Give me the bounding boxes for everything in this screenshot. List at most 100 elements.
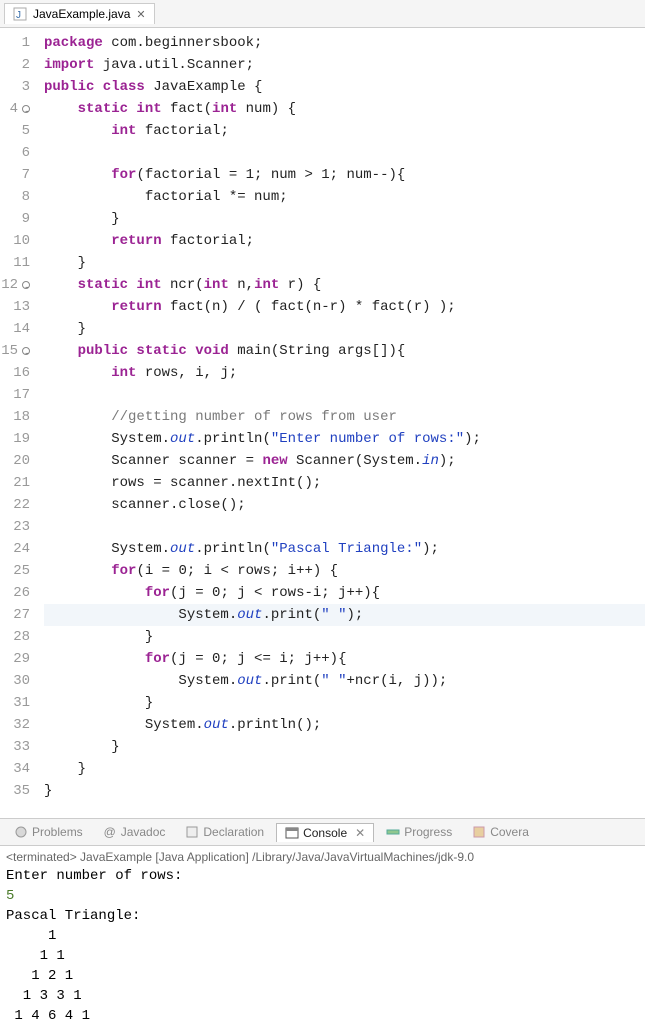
code-line[interactable]: int rows, i, j; (44, 362, 645, 384)
line-number: 8 (0, 186, 30, 208)
progress-icon (386, 825, 400, 839)
editor-tab-active[interactable]: J JavaExample.java ✕ (4, 3, 155, 24)
line-number: 18 (0, 406, 30, 428)
line-number: 1 (0, 32, 30, 54)
tab-progress[interactable]: Progress (378, 823, 460, 841)
line-number: 24 (0, 538, 30, 560)
tab-console-label: Console (303, 826, 347, 840)
code-line[interactable]: System.out.println("Pascal Triangle:"); (44, 538, 645, 560)
close-icon[interactable]: ✕ (136, 8, 145, 21)
java-file-icon: J (13, 7, 27, 21)
line-number: 12 (0, 274, 30, 296)
code-line[interactable]: public static void main(String args[]){ (44, 340, 645, 362)
line-number: 33 (0, 736, 30, 758)
code-editor[interactable]: 1234567891011121314151617181920212223242… (0, 28, 645, 818)
coverage-icon (472, 825, 486, 839)
line-number: 11 (0, 252, 30, 274)
line-number: 27 (0, 604, 30, 626)
line-number-gutter: 1234567891011121314151617181920212223242… (0, 28, 36, 818)
fold-toggle-icon[interactable] (22, 281, 30, 289)
code-line[interactable]: scanner.close(); (44, 494, 645, 516)
console-icon (285, 826, 299, 840)
tab-coverage[interactable]: Covera (464, 823, 537, 841)
code-line[interactable]: import java.util.Scanner; (44, 54, 645, 76)
line-number: 16 (0, 362, 30, 384)
tab-coverage-label: Covera (490, 825, 529, 839)
tab-javadoc[interactable]: @ Javadoc (95, 823, 174, 841)
code-line[interactable]: Scanner scanner = new Scanner(System.in)… (44, 450, 645, 472)
code-line[interactable]: public class JavaExample { (44, 76, 645, 98)
editor-tab-filename: JavaExample.java (33, 7, 130, 21)
code-line[interactable]: } (44, 252, 645, 274)
line-number: 17 (0, 384, 30, 406)
code-line[interactable]: return fact(n) / ( fact(n-r) * fact(r) )… (44, 296, 645, 318)
line-number: 25 (0, 560, 30, 582)
line-number: 6 (0, 142, 30, 164)
line-number: 5 (0, 120, 30, 142)
code-area[interactable]: package com.beginnersbook;import java.ut… (36, 28, 645, 818)
code-line[interactable]: } (44, 736, 645, 758)
code-line[interactable]: package com.beginnersbook; (44, 32, 645, 54)
line-number: 4 (0, 98, 30, 120)
tab-declaration[interactable]: Declaration (177, 823, 272, 841)
fold-toggle-icon[interactable] (22, 347, 30, 355)
code-line[interactable]: rows = scanner.nextInt(); (44, 472, 645, 494)
fold-toggle-icon[interactable] (22, 105, 30, 113)
console-output[interactable]: Enter number of rows: 5 Pascal Triangle:… (6, 866, 639, 1026)
code-line[interactable]: } (44, 626, 645, 648)
code-line[interactable]: for(j = 0; j < rows-i; j++){ (44, 582, 645, 604)
code-line[interactable]: factorial *= num; (44, 186, 645, 208)
code-line[interactable]: } (44, 318, 645, 340)
tab-progress-label: Progress (404, 825, 452, 839)
code-line[interactable]: static int fact(int num) { (44, 98, 645, 120)
code-line[interactable]: } (44, 780, 645, 802)
line-number: 23 (0, 516, 30, 538)
code-line[interactable]: for(factorial = 1; num > 1; num--){ (44, 164, 645, 186)
code-line[interactable] (44, 142, 645, 164)
line-number: 32 (0, 714, 30, 736)
code-line[interactable]: int factorial; (44, 120, 645, 142)
line-number: 26 (0, 582, 30, 604)
tab-console[interactable]: Console ✕ (276, 823, 374, 842)
tab-declaration-label: Declaration (203, 825, 264, 839)
code-line[interactable]: return factorial; (44, 230, 645, 252)
code-line[interactable]: System.out.println("Enter number of rows… (44, 428, 645, 450)
code-line[interactable]: for(j = 0; j <= i; j++){ (44, 648, 645, 670)
code-line[interactable] (44, 384, 645, 406)
line-number: 21 (0, 472, 30, 494)
line-number: 29 (0, 648, 30, 670)
line-number: 22 (0, 494, 30, 516)
code-line[interactable]: } (44, 758, 645, 780)
tab-problems[interactable]: Problems (6, 823, 91, 841)
code-line[interactable]: System.out.println(); (44, 714, 645, 736)
line-number: 34 (0, 758, 30, 780)
line-number: 15 (0, 340, 30, 362)
code-line[interactable]: static int ncr(int n,int r) { (44, 274, 645, 296)
line-number: 14 (0, 318, 30, 340)
line-number: 20 (0, 450, 30, 472)
code-line[interactable] (44, 516, 645, 538)
line-number: 10 (0, 230, 30, 252)
line-number: 7 (0, 164, 30, 186)
tab-problems-label: Problems (32, 825, 83, 839)
line-number: 35 (0, 780, 30, 802)
line-number: 13 (0, 296, 30, 318)
problems-icon (14, 825, 28, 839)
code-line[interactable]: } (44, 692, 645, 714)
tab-javadoc-label: Javadoc (121, 825, 166, 839)
line-number: 2 (0, 54, 30, 76)
code-line[interactable]: for(i = 0; i < rows; i++) { (44, 560, 645, 582)
close-icon[interactable]: ✕ (355, 826, 365, 840)
code-line[interactable]: } (44, 208, 645, 230)
line-number: 31 (0, 692, 30, 714)
console-pane: <terminated> JavaExample [Java Applicati… (0, 846, 645, 1030)
declaration-icon (185, 825, 199, 839)
line-number: 19 (0, 428, 30, 450)
code-line[interactable]: System.out.print(" "); (44, 604, 645, 626)
code-line[interactable]: System.out.print(" "+ncr(i, j)); (44, 670, 645, 692)
line-number: 30 (0, 670, 30, 692)
line-number: 28 (0, 626, 30, 648)
line-number: 9 (0, 208, 30, 230)
console-status: <terminated> JavaExample [Java Applicati… (6, 850, 639, 866)
code-line[interactable]: //getting number of rows from user (44, 406, 645, 428)
